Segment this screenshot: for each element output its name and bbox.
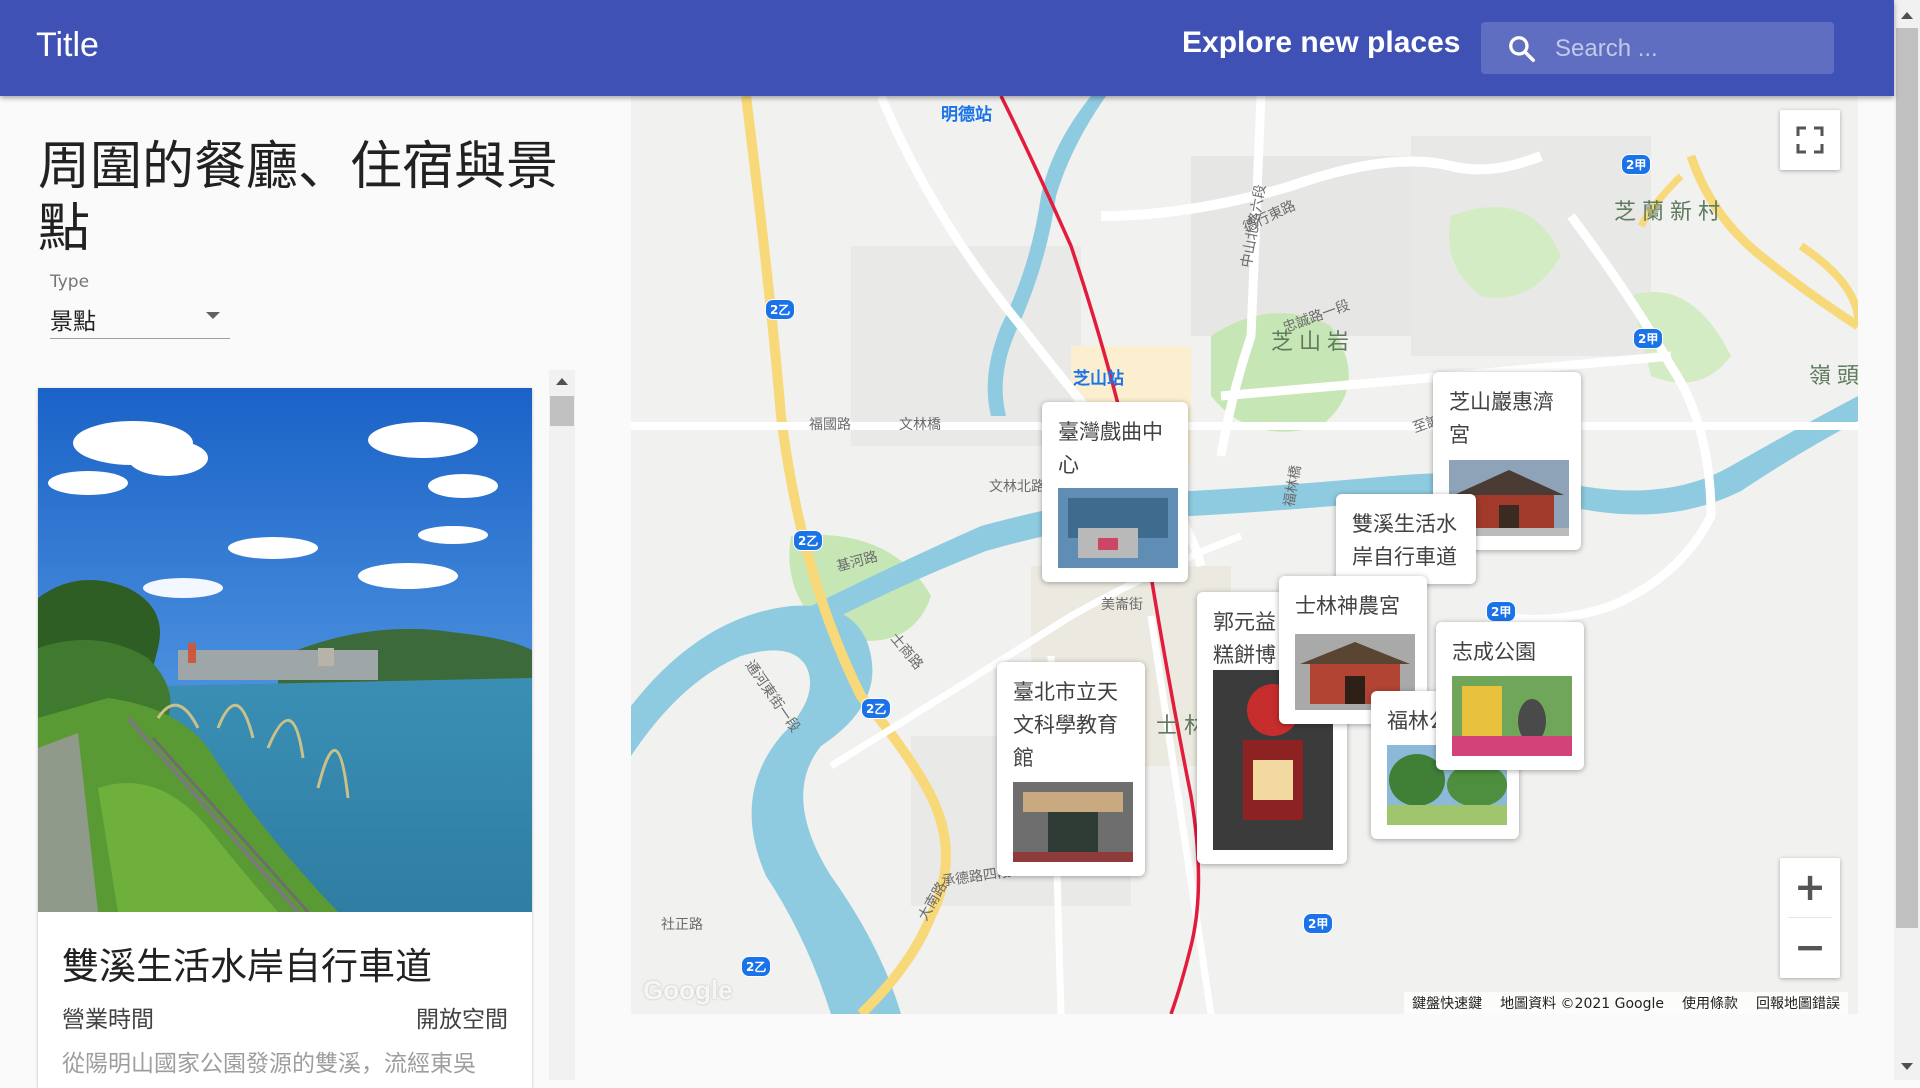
area-label-lingtou: 嶺頭 <box>1809 364 1858 389</box>
page-scrollbar-thumb[interactable] <box>1896 28 1918 928</box>
marker-title: 士林神農宮 <box>1295 594 1400 618</box>
route-shield: 2乙 <box>793 530 824 551</box>
type-filter-value: 景點 <box>50 309 96 335</box>
keyboard-shortcuts-link[interactable]: 鍵盤快速鍵 <box>1412 993 1482 1013</box>
type-filter-select[interactable]: 景點 <box>50 298 230 339</box>
search-box[interactable] <box>1481 22 1834 74</box>
route-shield: 2甲 <box>1621 154 1652 175</box>
list-scrollbar[interactable] <box>549 370 575 1080</box>
places-panel: 周圍的餐廳、住宿與景點 Type 景點 雙溪生活水岸自行車道 營業時間 開放空間… <box>0 96 631 1088</box>
marker-photo <box>1058 488 1178 568</box>
map-marker-taiwan-opera-center[interactable]: 臺灣戲曲中心 <box>1042 402 1188 582</box>
place-card[interactable]: 雙溪生活水岸自行車道 營業時間 開放空間 從陽明山國家公園發源的雙溪，流經東吳 <box>38 388 532 1088</box>
terms-link[interactable]: 使用條款 <box>1682 993 1738 1013</box>
station-label-mingde[interactable]: 明德站 <box>941 100 992 125</box>
place-card-title: 雙溪生活水岸自行車道 <box>62 945 432 988</box>
marker-title: 臺灣戲曲中心 <box>1058 420 1163 477</box>
marker-title: 臺北市立天文科學教育館 <box>1013 680 1118 770</box>
dropdown-arrow-icon <box>206 312 220 319</box>
marker-title: 志成公園 <box>1452 640 1536 664</box>
search-input[interactable] <box>1553 30 1817 68</box>
google-logo: Google <box>643 975 733 1005</box>
road-label: 文林北路 <box>989 479 1045 495</box>
route-shield: 2乙 <box>861 698 892 719</box>
search-icon <box>1509 36 1535 62</box>
zoom-out-button[interactable]: − <box>1780 918 1840 978</box>
route-shield: 2甲 <box>1303 913 1334 934</box>
scroll-up-arrow-icon[interactable] <box>1901 12 1913 19</box>
place-photo <box>38 388 532 912</box>
list-scrollbar-thumb[interactable] <box>550 396 574 426</box>
area-label-zhilan: 芝蘭新村 <box>1614 200 1727 225</box>
marker-title: 福林公園 <box>1387 709 1437 733</box>
fullscreen-button[interactable] <box>1780 110 1840 170</box>
marker-photo <box>1452 676 1572 756</box>
route-shield: 2甲 <box>1486 601 1517 622</box>
report-error-link[interactable]: 回報地圖錯誤 <box>1756 993 1840 1013</box>
fullscreen-icon <box>1796 126 1824 154</box>
route-shield: 2甲 <box>1633 328 1664 349</box>
map[interactable]: 明德站 芝山站 芝蘭新村 芝山岩 嶺頭 士林 文林北路 基河路 承德路四段 至誠… <box>631 96 1858 1014</box>
scroll-up-arrow-icon[interactable] <box>556 378 568 385</box>
road-label: 福國路 <box>809 417 851 433</box>
zoom-in-button[interactable]: + <box>1780 858 1840 917</box>
hours-label: 營業時間 <box>62 1007 154 1033</box>
station-label-zhishan[interactable]: 芝山站 <box>1073 364 1124 389</box>
map-data-credit: 地圖資料 ©2021 Google <box>1500 996 1664 1012</box>
map-attribution: 鍵盤快速鍵 地圖資料 ©2021 Google 使用條款 回報地圖錯誤 <box>1404 992 1848 1014</box>
page-scrollbar[interactable] <box>1894 0 1920 1080</box>
road-label: 美崙街 <box>1101 597 1143 613</box>
road-label: 文林橋 <box>899 417 941 433</box>
app-bar: Title Explore new places <box>0 0 1894 96</box>
scroll-down-arrow-icon[interactable] <box>1901 1063 1913 1070</box>
road-label: 社正路 <box>661 917 703 933</box>
marker-photo <box>1013 782 1133 862</box>
app-title: Title <box>36 26 99 64</box>
map-marker-zhicheng-park[interactable]: 志成公園 <box>1436 622 1584 770</box>
page-heading: 周圍的餐廳、住宿與景點 <box>38 137 559 259</box>
place-card-description: 從陽明山國家公園發源的雙溪，流經東吳 <box>62 1051 476 1077</box>
route-shield: 2乙 <box>765 299 796 320</box>
type-filter-label: Type <box>50 272 90 292</box>
explore-title: Explore new places <box>1182 26 1461 59</box>
zoom-control: + − <box>1780 858 1840 978</box>
marker-title: 雙溪生活水岸自行車道 <box>1352 512 1457 569</box>
map-marker-shuangxi-bikeway[interactable]: 雙溪生活水岸自行車道 <box>1336 494 1476 584</box>
route-shield: 2乙 <box>741 956 772 977</box>
map-marker-taipei-astronomical-museum[interactable]: 臺北市立天文科學教育館 <box>997 662 1145 876</box>
hours-value: 開放空間 <box>416 1007 508 1033</box>
marker-title: 芝山巖惠濟宮 <box>1449 390 1554 447</box>
